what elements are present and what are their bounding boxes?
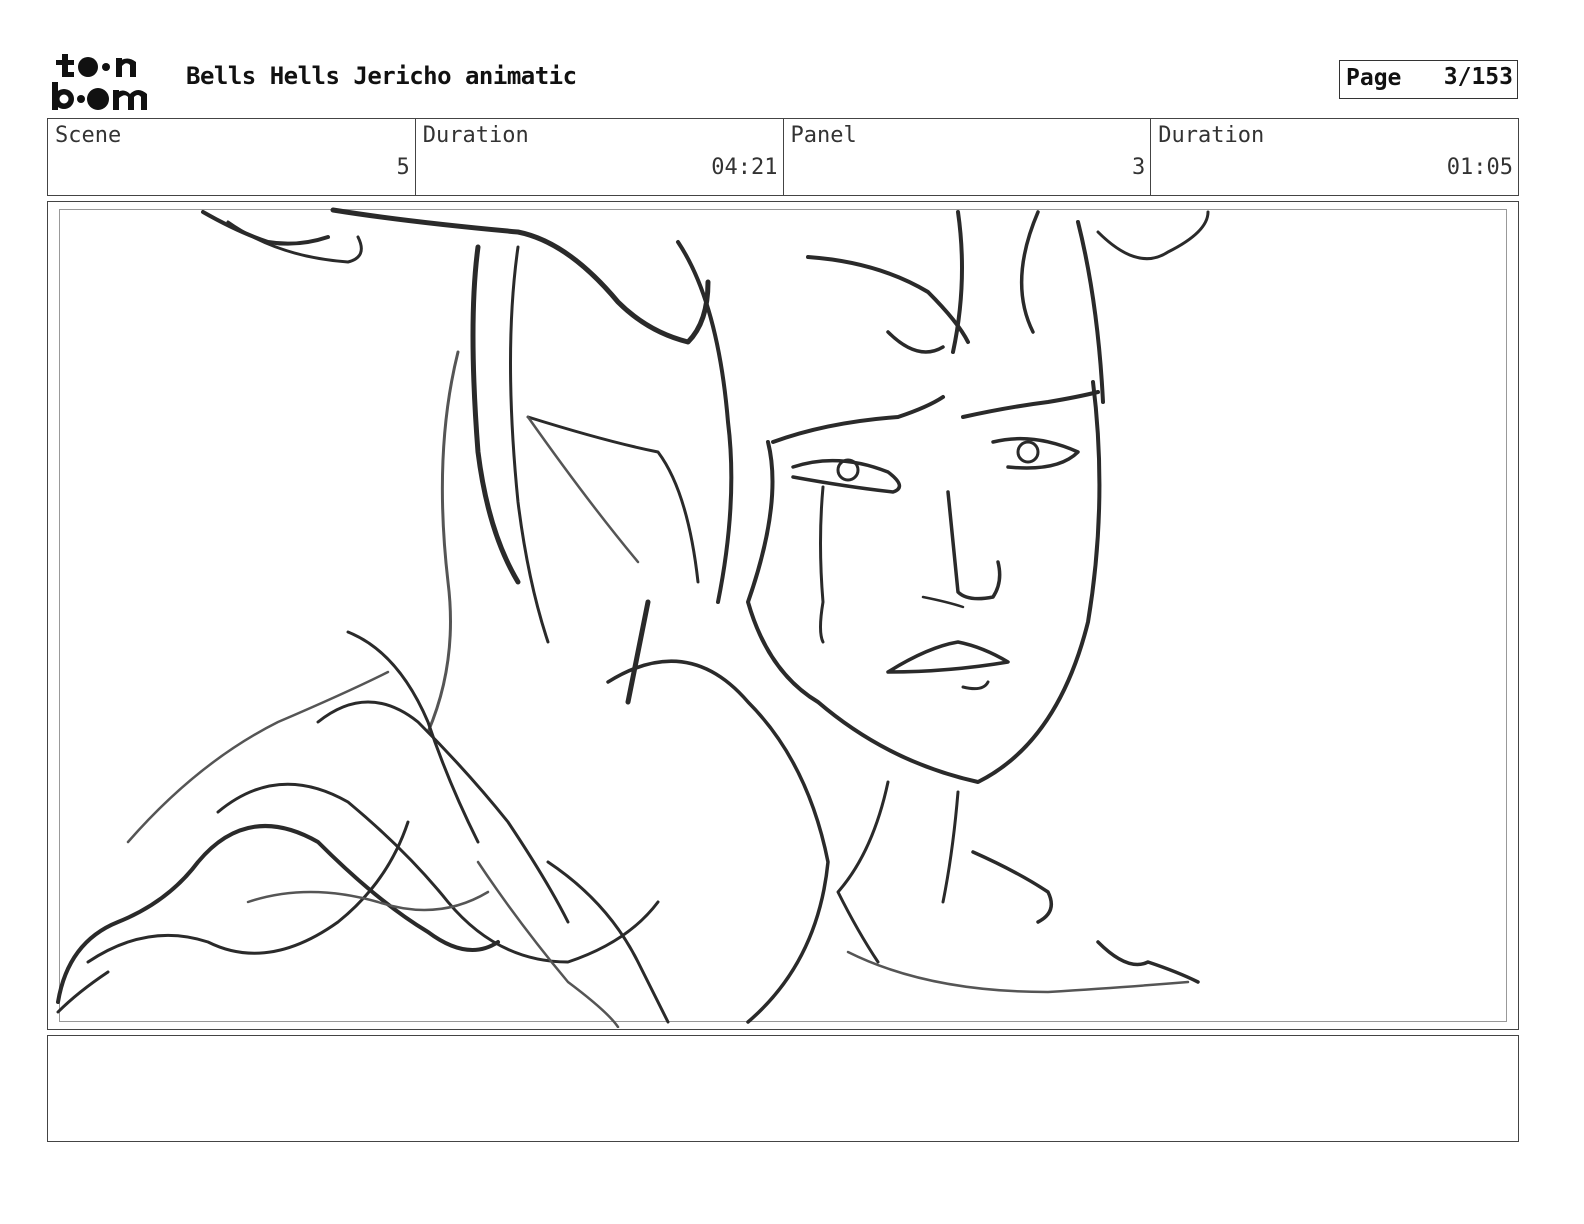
toonboom-logo-mark [52, 54, 147, 110]
storyboard-panel [47, 201, 1519, 1030]
page-indicator: Page 3/153 [1339, 60, 1518, 99]
panel-value: 3 [1132, 155, 1146, 180]
page-label: Page [1346, 65, 1402, 91]
panel-cell: Panel 3 [784, 119, 1152, 195]
sketch-drawing-icon [56, 207, 1210, 1028]
scene-info-row: Scene 5 Duration 04:21 Panel 3 Duration … [47, 118, 1519, 196]
scene-cell: Scene 5 [48, 119, 416, 195]
scene-value: 5 [396, 155, 410, 180]
panel-duration-value: 01:05 [1446, 155, 1513, 180]
panel-duration-cell: Duration 01:05 [1151, 119, 1518, 195]
scene-duration-label: Duration [422, 123, 529, 148]
page-value: 3/153 [1443, 64, 1513, 90]
toonboom-logo [50, 50, 166, 112]
panel-duration-label: Duration [1158, 123, 1265, 148]
notes-box [47, 1035, 1519, 1142]
panel-label: Panel [790, 123, 857, 148]
scene-duration-value: 04:21 [711, 155, 778, 180]
scene-label: Scene [55, 123, 122, 148]
scene-duration-cell: Duration 04:21 [416, 119, 784, 195]
document-title: Bells Hells Jericho animatic [186, 62, 577, 90]
